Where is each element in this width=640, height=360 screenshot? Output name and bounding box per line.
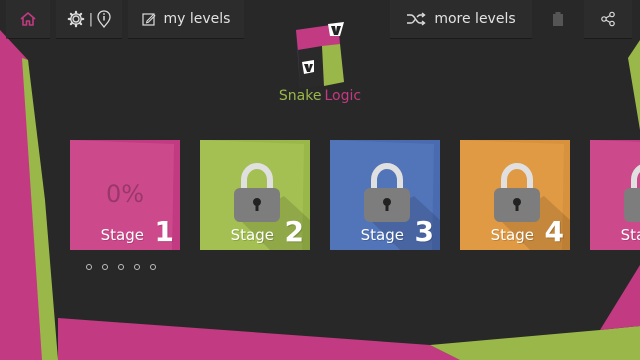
stage-tile-5[interactable]: Stage 5 bbox=[590, 140, 640, 250]
stage-tile-3[interactable]: Stage 3 bbox=[330, 140, 440, 250]
stage-2-label: Stage bbox=[230, 226, 274, 244]
home-icon bbox=[20, 12, 36, 26]
lock-icon bbox=[234, 162, 280, 222]
settings-separator: | bbox=[88, 11, 94, 27]
edit-icon bbox=[141, 13, 156, 26]
stage-4-label: Stage bbox=[490, 226, 534, 244]
clipboard-icon bbox=[553, 12, 563, 26]
share-icon bbox=[601, 11, 615, 27]
more-levels-button[interactable]: more levels bbox=[390, 0, 532, 38]
lock-icon bbox=[624, 164, 640, 222]
stage-tile-1[interactable]: 0% Stage 1 bbox=[70, 140, 180, 250]
bg-green-bottom bbox=[430, 326, 640, 360]
logo-title: Snake Logic bbox=[270, 88, 370, 104]
logo-word-logic: Logic bbox=[324, 88, 362, 104]
bg-magenta-right bbox=[600, 265, 640, 330]
page-dot-3[interactable] bbox=[118, 264, 124, 270]
page-dot-5[interactable] bbox=[150, 264, 156, 270]
stage-3-label: Stage bbox=[360, 226, 404, 244]
stage-1-label: Stage bbox=[100, 226, 144, 244]
page-dot-4[interactable] bbox=[134, 264, 140, 270]
my-levels-label: my levels bbox=[163, 11, 231, 27]
stage-5-label: Stage bbox=[620, 226, 640, 244]
more-levels-label: more levels bbox=[434, 11, 516, 27]
bg-magenta-bottom bbox=[58, 318, 460, 360]
logo-word-snake: Snake bbox=[278, 88, 322, 104]
shuffle-icon bbox=[407, 12, 426, 26]
info-icon bbox=[97, 10, 111, 28]
stage-4-number: 4 bbox=[544, 215, 564, 248]
stage-tile-2[interactable]: Stage 2 bbox=[200, 140, 310, 250]
home-button[interactable] bbox=[6, 0, 50, 38]
bg-green-right bbox=[628, 40, 640, 130]
game-screen: | my levels more levels Snake Logic 0% S… bbox=[0, 0, 640, 360]
stage-2-number: 2 bbox=[284, 215, 304, 248]
gear-icon bbox=[67, 10, 85, 28]
stage-tile-4[interactable]: Stage 4 bbox=[460, 140, 570, 250]
share-button[interactable] bbox=[584, 0, 632, 38]
settings-info-button[interactable]: | bbox=[56, 0, 122, 38]
stage-3-number: 3 bbox=[414, 215, 434, 248]
stage-1-progress: 0% bbox=[105, 180, 145, 208]
stage-1-number: 1 bbox=[154, 215, 174, 248]
clipboard-button[interactable] bbox=[538, 0, 578, 38]
lock-icon bbox=[494, 162, 540, 222]
lock-icon bbox=[364, 162, 410, 222]
page-dot-2[interactable] bbox=[102, 264, 108, 270]
page-dot-1[interactable] bbox=[86, 264, 92, 270]
pagination-dots bbox=[86, 264, 156, 270]
my-levels-button[interactable]: my levels bbox=[128, 0, 244, 38]
